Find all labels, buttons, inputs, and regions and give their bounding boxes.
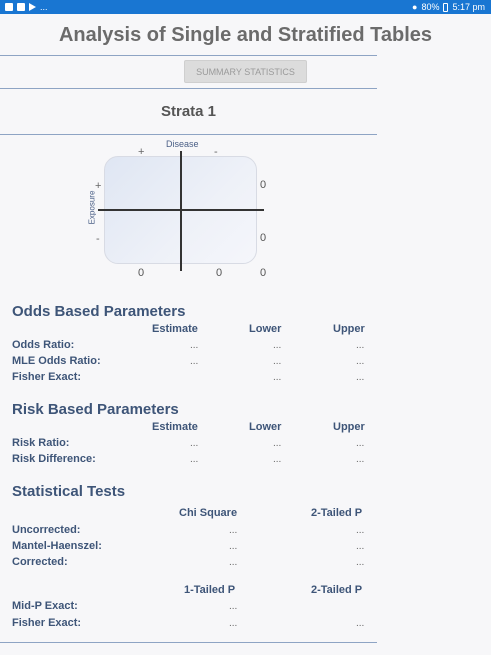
row-label: Fisher Exact: [12, 371, 82, 383]
row-label: Corrected: [12, 556, 68, 568]
status-more: ... [40, 2, 48, 12]
col1-total: 0 [138, 267, 145, 279]
exposure-minus: - [96, 233, 100, 245]
odds-ratio-upper: ... [356, 340, 365, 351]
row1-total: 0 [260, 179, 267, 191]
risk-diff-upper: ... [356, 454, 365, 465]
row-label: Mid-P Exact: [12, 600, 78, 612]
divider [0, 134, 377, 135]
risk-ratio-upper: ... [356, 438, 365, 449]
battery-percent: 80% [421, 2, 440, 12]
fisher-exact-2tailed: ... [356, 618, 365, 629]
row-label: Uncorrected: [12, 524, 81, 536]
col-header-2-tailed-p: 2-Tailed P [311, 584, 363, 596]
tests-title: Statistical Tests [12, 483, 126, 500]
odds-ratio-lower: ... [273, 340, 282, 351]
corrected-p: ... [356, 557, 365, 568]
col2-total: 0 [216, 267, 223, 279]
row-label: Fisher Exact: [12, 617, 82, 629]
uncorrected-chi: ... [229, 525, 238, 536]
row-label: Odds Ratio: [12, 339, 75, 351]
play-store-icon [29, 3, 36, 11]
col-header-chi-square: Chi Square [179, 507, 238, 519]
uncorrected-p: ... [356, 525, 365, 536]
row-label: MLE Odds Ratio: [12, 355, 101, 367]
battery-icon [443, 2, 449, 12]
mle-odds-upper: ... [356, 356, 365, 367]
corrected-chi: ... [229, 557, 238, 568]
col-header-upper: Upper [333, 421, 365, 433]
wifi-icon: ● [412, 2, 418, 12]
status-bar: ... ● 80% 5:17 pm [0, 0, 491, 14]
row-label: Risk Ratio: [12, 437, 70, 449]
col-header-2-tailed-p: 2-Tailed P [311, 507, 363, 519]
col-header-estimate: Estimate [152, 323, 198, 335]
image-icon [17, 3, 25, 11]
vertical-axis [180, 151, 182, 271]
summary-statistics-button[interactable]: SUMMARY STATISTICS [184, 60, 307, 83]
divider [0, 642, 377, 643]
divider [0, 88, 377, 89]
strata-title: Strata 1 [160, 103, 217, 120]
exposure-plus: + [95, 180, 102, 192]
mid-p-1tailed: ... [229, 601, 238, 612]
risk-ratio-estimate: ... [190, 438, 199, 449]
row-label: Mantel-Haenszel: [12, 540, 102, 552]
row2-total: 0 [260, 232, 267, 244]
mantel-p: ... [356, 541, 365, 552]
disease-label: Disease [166, 139, 199, 149]
horizontal-axis [98, 209, 264, 211]
col-header-upper: Upper [333, 323, 365, 335]
grand-total: 0 [260, 267, 267, 279]
page-title: Analysis of Single and Stratified Tables [58, 24, 433, 46]
clock: 5:17 pm [452, 2, 485, 12]
row-label: Risk Difference: [12, 453, 96, 465]
mle-odds-lower: ... [273, 356, 282, 367]
risk-ratio-lower: ... [273, 438, 282, 449]
col-header-estimate: Estimate [152, 421, 198, 433]
risk-diff-lower: ... [273, 454, 282, 465]
odds-title: Odds Based Parameters [12, 303, 186, 320]
risk-diff-estimate: ... [190, 454, 199, 465]
mle-odds-estimate: ... [190, 356, 199, 367]
col-header-lower: Lower [249, 323, 282, 335]
col-header-1-tailed-p: 1-Tailed P [184, 584, 236, 596]
gallery-icon [5, 3, 13, 11]
mantel-chi: ... [229, 541, 238, 552]
fisher-upper: ... [356, 372, 365, 383]
divider [0, 55, 377, 56]
exposure-label: Exposure [87, 190, 97, 225]
odds-ratio-estimate: ... [190, 340, 199, 351]
fisher-lower: ... [273, 372, 282, 383]
risk-title: Risk Based Parameters [12, 401, 179, 418]
col-header-lower: Lower [249, 421, 282, 433]
fisher-exact-1tailed: ... [229, 618, 238, 629]
